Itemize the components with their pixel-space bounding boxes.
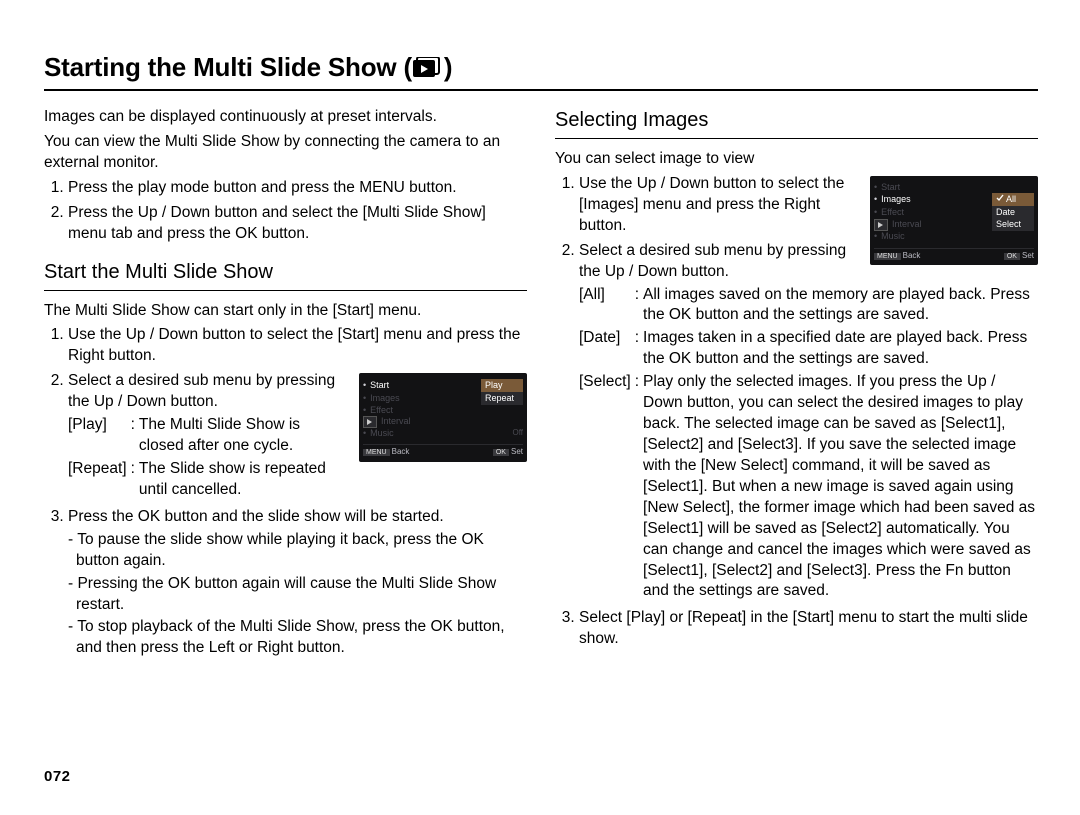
left-column: Images can be displayed continuously at …: [44, 107, 527, 663]
page-title: Starting the Multi Slide Show ( ): [44, 52, 452, 83]
shot2-item-images: Images: [881, 194, 911, 205]
start-bullet-b: Pressing the OK button again will cause …: [68, 574, 527, 616]
opt-colon: :: [635, 328, 643, 372]
start-step-2: •StartPlay •ImagesRepeat •Effect Interva…: [68, 371, 527, 503]
shot-item-images: Images: [370, 393, 400, 404]
start-step-3: Press the OK button and the slide show w…: [68, 507, 527, 659]
shot2-sel-all: All: [992, 193, 1034, 206]
opt-play-val: The Multi Slide Show is closed after one…: [139, 415, 349, 459]
selecting-lead: You can select image to view: [555, 149, 1038, 170]
opt-play-key: [Play]: [68, 415, 131, 459]
selecting-options: [All] : All images saved on the memory a…: [579, 285, 1038, 605]
screenshot-images: •Start •Images All •EffectDate IntervalS…: [870, 176, 1038, 265]
opt-colon: :: [635, 285, 643, 329]
selecting-step-3: Select [Play] or [Repeat] in the [Start]…: [579, 608, 1038, 650]
opt-all-key: [All]: [579, 285, 635, 329]
shot-item-music: Music: [370, 428, 394, 439]
shot-item-effect: Effect: [370, 405, 393, 416]
shot2-item-music: Music: [881, 231, 905, 242]
shot2-item-start: Start: [881, 182, 900, 193]
selecting-step-2: Select a desired sub menu by pressing th…: [579, 241, 1038, 605]
opt-date-key: [Date]: [579, 328, 635, 372]
start-step-3-bullets: To pause the slide show while playing it…: [68, 530, 527, 660]
play-icon: [874, 219, 888, 231]
opt-repeat-val: The Slide show is repeated until cancell…: [139, 459, 349, 503]
opt-colon: :: [131, 459, 139, 503]
shot-set: Set: [511, 447, 523, 456]
right-column: Selecting Images You can select image to…: [555, 107, 1038, 663]
intro-steps: Press the play mode button and press the…: [44, 178, 527, 245]
subhead-selecting: Selecting Images: [555, 107, 1038, 139]
shot-back: Back: [392, 447, 410, 456]
title-prefix: Starting the Multi Slide Show (: [44, 52, 412, 83]
shot-item-start: Start: [370, 380, 389, 391]
title-row: Starting the Multi Slide Show ( ): [44, 52, 1038, 91]
shot-sel-play: Play: [481, 379, 523, 392]
shot-off: Off: [512, 428, 523, 438]
opt-colon: :: [635, 372, 643, 604]
shot-key-menu: MENU: [363, 449, 390, 456]
subhead-start: Start the Multi Slide Show: [44, 259, 527, 291]
start-steps: Use the Up / Down button to select the […: [44, 325, 527, 659]
title-suffix: ): [444, 52, 452, 83]
screenshot-start: •StartPlay •ImagesRepeat •Effect Interva…: [359, 373, 527, 462]
intro-line-1: Images can be displayed continuously at …: [44, 107, 527, 128]
opt-repeat-key: [Repeat]: [68, 459, 131, 503]
start-step-1: Use the Up / Down button to select the […: [68, 325, 527, 367]
shot-key-ok: OK: [493, 449, 509, 456]
opt-select-val: Play only the selected images. If you pr…: [643, 372, 1038, 604]
start-bullet-c: To stop playback of the Multi Slide Show…: [68, 617, 527, 659]
page-number: 072: [44, 768, 71, 785]
shot2-item-interval: Interval: [892, 219, 922, 230]
shot2-sel-date: Date: [992, 206, 1034, 219]
opt-date-val: Images taken in a specified date are pla…: [643, 328, 1038, 372]
shot2-key-menu: MENU: [874, 253, 901, 260]
selecting-step-2-text: Select a desired sub menu by pressing th…: [579, 242, 846, 280]
play-icon: [363, 416, 377, 428]
intro-step-2: Press the Up / Down button and select th…: [68, 203, 527, 245]
intro-line-2: You can view the Multi Slide Show by con…: [44, 132, 527, 174]
opt-colon: :: [131, 415, 139, 459]
start-bullet-a: To pause the slide show while playing it…: [68, 530, 527, 572]
start-step-2-text: Select a desired sub menu by pressing th…: [68, 372, 335, 410]
shot2-key-ok: OK: [1004, 253, 1020, 260]
shot-item-interval: Interval: [381, 416, 411, 427]
shot2-back: Back: [903, 251, 921, 260]
start-lead: The Multi Slide Show can start only in t…: [44, 301, 527, 322]
shot2-set: Set: [1022, 251, 1034, 260]
opt-all-val: All images saved on the memory are playe…: [643, 285, 1038, 329]
intro-step-1: Press the play mode button and press the…: [68, 178, 527, 199]
shot-sel-repeat: Repeat: [481, 392, 523, 405]
slideshow-icon: [412, 57, 440, 79]
shot2-item-effect: Effect: [881, 207, 904, 218]
opt-select-key: [Select]: [579, 372, 635, 604]
start-step-3-text: Press the OK button and the slide show w…: [68, 508, 444, 525]
start-options: [Play] : The Multi Slide Show is closed …: [68, 415, 349, 503]
shot2-sel-select: Select: [992, 218, 1034, 231]
